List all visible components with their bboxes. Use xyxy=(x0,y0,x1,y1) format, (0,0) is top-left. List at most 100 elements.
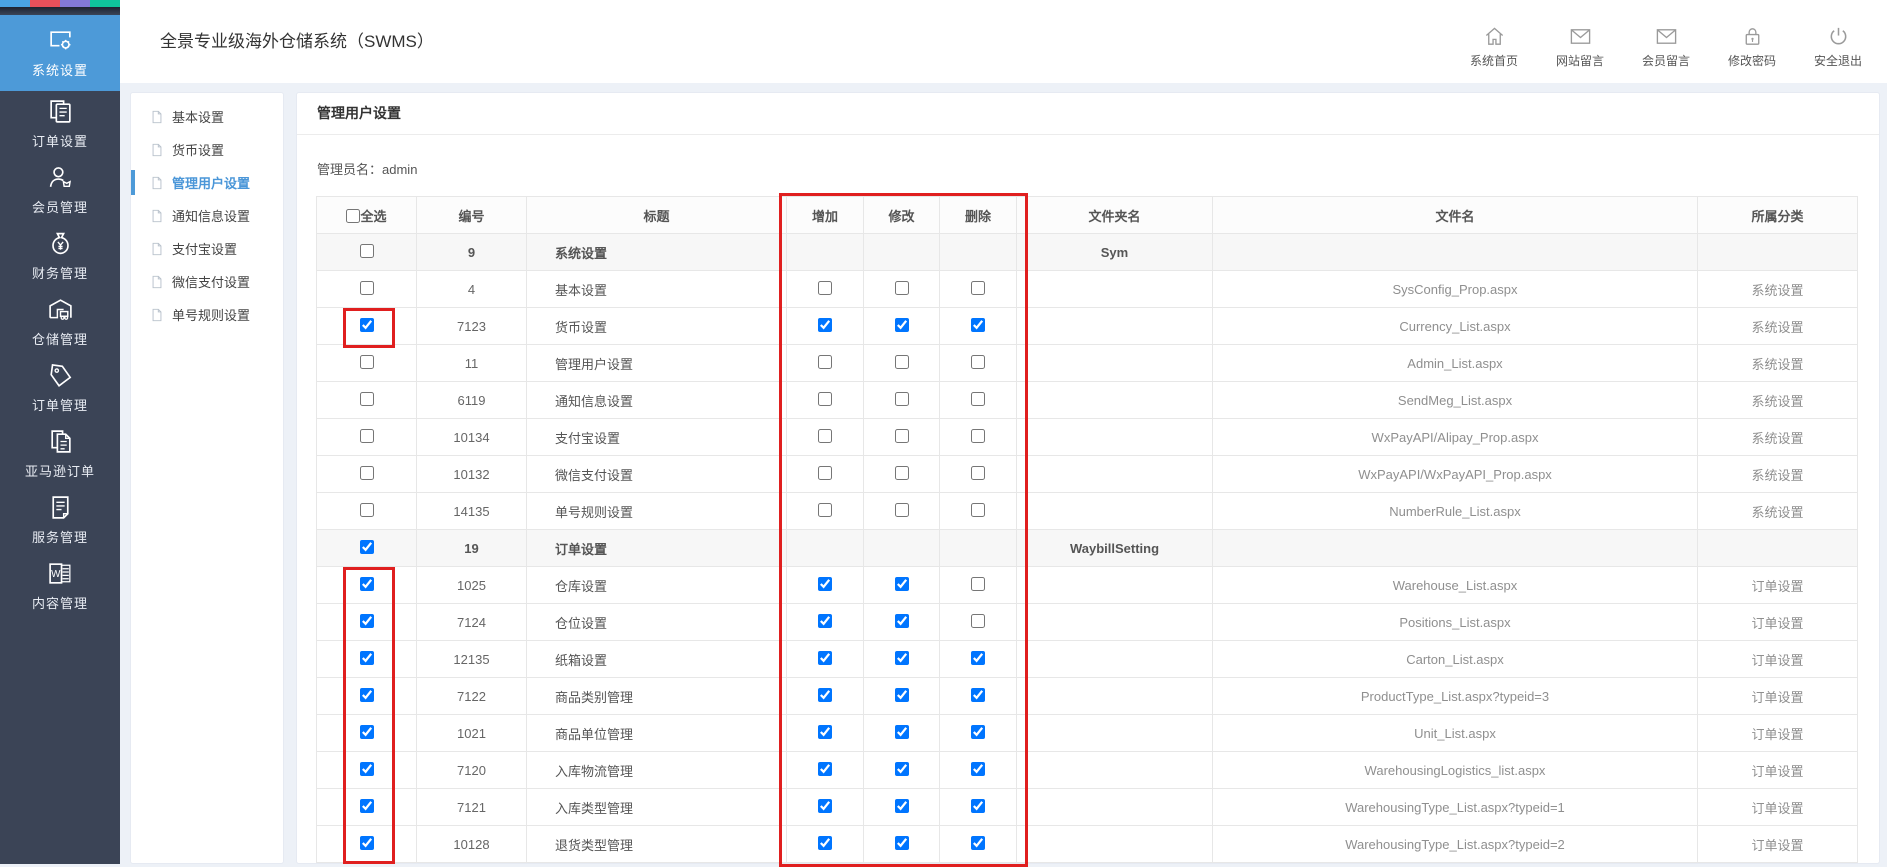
edit-checkbox[interactable] xyxy=(895,318,909,332)
edit-checkbox[interactable] xyxy=(895,651,909,665)
del-checkbox[interactable] xyxy=(971,503,985,517)
add-checkbox[interactable] xyxy=(818,318,832,332)
cell-file-name: SendMeg_List.aspx xyxy=(1213,382,1698,419)
sidebar-item-finance-management[interactable]: 财务管理 xyxy=(0,223,120,289)
cell-row-select-checkbox xyxy=(317,493,417,530)
edit-checkbox[interactable] xyxy=(895,503,909,517)
edit-checkbox[interactable] xyxy=(895,281,909,295)
row-select-checkbox[interactable] xyxy=(360,503,374,517)
row-select-checkbox[interactable] xyxy=(360,614,374,628)
row-select-checkbox[interactable] xyxy=(360,244,374,258)
sidebar-item-amazon-orders[interactable]: 亚马逊订单 xyxy=(0,421,120,487)
edit-checkbox[interactable] xyxy=(895,392,909,406)
edit-checkbox[interactable] xyxy=(895,836,909,850)
submenu-item-currency-settings[interactable]: 货币设置 xyxy=(131,133,283,166)
add-checkbox[interactable] xyxy=(818,651,832,665)
edit-checkbox[interactable] xyxy=(895,355,909,369)
topnav-logout[interactable]: 安全退出 xyxy=(1807,25,1869,69)
add-checkbox[interactable] xyxy=(818,429,832,443)
del-checkbox[interactable] xyxy=(971,577,985,591)
submenu-item-number-rule-settings[interactable]: 单号规则设置 xyxy=(131,298,283,331)
add-checkbox[interactable] xyxy=(818,762,832,776)
add-checkbox[interactable] xyxy=(818,577,832,591)
del-checkbox[interactable] xyxy=(971,429,985,443)
sidebar-item-order-settings[interactable]: 订单设置 xyxy=(0,91,120,157)
cell-folder-name xyxy=(1017,752,1213,789)
add-checkbox[interactable] xyxy=(818,836,832,850)
add-checkbox[interactable] xyxy=(818,355,832,369)
row-select-checkbox[interactable] xyxy=(360,429,374,443)
sidebar-item-content-management[interactable]: W内容管理 xyxy=(0,553,120,619)
edit-checkbox[interactable] xyxy=(895,614,909,628)
sidebar-item-warehouse-management[interactable]: 仓储管理 xyxy=(0,289,120,355)
edit-checkbox[interactable] xyxy=(895,688,909,702)
row-select-checkbox[interactable] xyxy=(360,392,374,406)
del-checkbox[interactable] xyxy=(971,725,985,739)
cell-folder-name: Sym xyxy=(1017,234,1213,271)
edit-checkbox[interactable] xyxy=(895,466,909,480)
topnav-member-messages[interactable]: 会员留言 xyxy=(1635,25,1697,69)
add-checkbox[interactable] xyxy=(818,614,832,628)
cell-file-name xyxy=(1213,234,1698,271)
sidebar-item-label: 仓储管理 xyxy=(32,329,88,348)
del-checkbox[interactable] xyxy=(971,836,985,850)
submenu-item-notification-settings[interactable]: 通知信息设置 xyxy=(131,199,283,232)
del-checkbox[interactable] xyxy=(971,762,985,776)
row-select-checkbox[interactable] xyxy=(360,836,374,850)
row-select-checkbox[interactable] xyxy=(360,355,374,369)
add-checkbox[interactable] xyxy=(818,688,832,702)
del-checkbox[interactable] xyxy=(971,318,985,332)
select-all-checkbox[interactable] xyxy=(346,209,360,223)
row-select-checkbox[interactable] xyxy=(360,281,374,295)
edit-checkbox[interactable] xyxy=(895,762,909,776)
row-select-checkbox[interactable] xyxy=(360,651,374,665)
row-select-checkbox[interactable] xyxy=(360,799,374,813)
submenu-item-label: 基本设置 xyxy=(172,107,224,126)
del-checkbox[interactable] xyxy=(971,651,985,665)
sidebar-item-label: 财务管理 xyxy=(32,263,88,282)
sidebar-item-label: 系统设置 xyxy=(32,60,88,79)
page-icon xyxy=(150,275,164,289)
add-checkbox[interactable] xyxy=(818,725,832,739)
del-checkbox[interactable] xyxy=(971,466,985,480)
row-select-checkbox[interactable] xyxy=(360,762,374,776)
edit-checkbox[interactable] xyxy=(895,799,909,813)
cell-folder-name xyxy=(1017,345,1213,382)
add-checkbox[interactable] xyxy=(818,392,832,406)
del-checkbox[interactable] xyxy=(971,392,985,406)
add-checkbox[interactable] xyxy=(818,799,832,813)
sidebar-item-member-management[interactable]: 会员管理 xyxy=(0,157,120,223)
submenu-item-basic-settings[interactable]: 基本设置 xyxy=(131,100,283,133)
row-select-checkbox[interactable] xyxy=(360,318,374,332)
add-checkbox[interactable] xyxy=(818,281,832,295)
del-checkbox[interactable] xyxy=(971,281,985,295)
row-select-checkbox[interactable] xyxy=(360,577,374,591)
edit-checkbox[interactable] xyxy=(895,725,909,739)
table-row-12135: 12135纸箱设置Carton_List.aspx订单设置 xyxy=(317,641,1858,678)
add-checkbox[interactable] xyxy=(818,503,832,517)
add-checkbox[interactable] xyxy=(818,466,832,480)
del-checkbox[interactable] xyxy=(971,799,985,813)
admin-name-value: admin xyxy=(382,162,417,177)
sidebar-item-order-management[interactable]: 订单管理 xyxy=(0,355,120,421)
row-select-checkbox[interactable] xyxy=(360,688,374,702)
submenu-item-alipay-settings[interactable]: 支付宝设置 xyxy=(131,232,283,265)
row-select-checkbox[interactable] xyxy=(360,466,374,480)
sidebar-item-system-settings[interactable]: 系统设置 xyxy=(0,15,120,91)
submenu-item-admin-user-settings[interactable]: 管理用户设置 xyxy=(131,166,283,199)
edit-checkbox[interactable] xyxy=(895,577,909,591)
cell-category xyxy=(1698,234,1858,271)
del-checkbox[interactable] xyxy=(971,355,985,369)
table-row-10132: 10132微信支付设置WxPayAPI/WxPayAPI_Prop.aspx系统… xyxy=(317,456,1858,493)
sidebar-item-service-management[interactable]: 服务管理 xyxy=(0,487,120,553)
topnav-change-password[interactable]: 修改密码 xyxy=(1721,25,1783,69)
submenu-item-wechat-pay-settings[interactable]: 微信支付设置 xyxy=(131,265,283,298)
edit-checkbox[interactable] xyxy=(895,429,909,443)
row-select-checkbox[interactable] xyxy=(360,725,374,739)
del-checkbox[interactable] xyxy=(971,688,985,702)
row-select-checkbox[interactable] xyxy=(360,540,374,554)
col-header-id: 编号 xyxy=(417,197,527,234)
del-checkbox[interactable] xyxy=(971,614,985,628)
topnav-site-messages[interactable]: 网站留言 xyxy=(1549,25,1611,69)
topnav-home[interactable]: 系统首页 xyxy=(1463,25,1525,69)
